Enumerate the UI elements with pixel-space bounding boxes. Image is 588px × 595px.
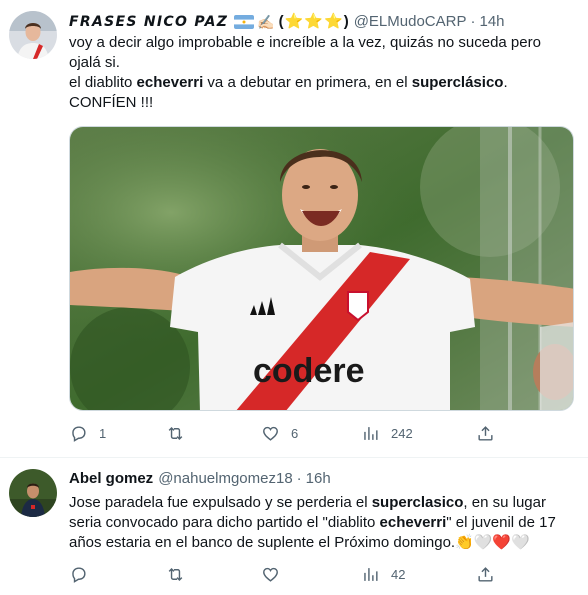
action-bar: 1 6 242 [69, 423, 499, 443]
highlight-word: superclásico [411, 74, 504, 91]
views-icon [364, 426, 378, 440]
retweet-icon [168, 567, 183, 581]
like-icon [263, 567, 278, 582]
handle[interactable]: @ELMudoCARP [354, 12, 467, 32]
timestamp[interactable]: 16h [306, 469, 331, 489]
views-button[interactable]: 42 [361, 565, 405, 584]
separator-dot: · [470, 13, 476, 30]
text-line: años estaria en el banco de suplente el … [69, 534, 530, 551]
tweet-header: FRASES NICO PAZ ✍🏻 (⭐⭐⭐) @ELMudoCARP · 1… [69, 12, 505, 32]
writing-hand-icon: ✍🏻 [257, 14, 275, 30]
text-line: el diablito echeverri va a debutar en pr… [69, 74, 508, 91]
tweet-text: Jose paradela fue expulsado y se perderi… [69, 493, 574, 553]
reply-count: 1 [99, 425, 107, 441]
reply-button[interactable] [69, 565, 99, 584]
like-icon [263, 426, 278, 441]
share-button[interactable] [476, 565, 495, 584]
like-button[interactable]: 6 [261, 424, 298, 443]
handle[interactable]: @nahuelmgomez18 [158, 469, 292, 489]
text-line: Jose paradela fue expulsado y se perderi… [69, 494, 546, 511]
share-icon [478, 566, 493, 582]
reply-icon [72, 425, 86, 442]
tweet-photo[interactable]: codere [69, 126, 574, 411]
text-line: voy a decir algo improbable e increíble … [69, 34, 541, 51]
views-icon [364, 567, 378, 581]
highlight-word: superclasico [371, 494, 464, 511]
avatar[interactable] [9, 469, 57, 517]
highlight-word: echeverri [136, 74, 204, 91]
avatar[interactable] [9, 11, 57, 59]
text-line: seria convocado para dicho partido el "d… [69, 514, 556, 531]
retweet-button[interactable] [166, 565, 196, 584]
action-bar: 42 [69, 564, 499, 584]
reply-icon [72, 566, 86, 583]
tweet[interactable]: FRASES NICO PAZ ✍🏻 (⭐⭐⭐) @ELMudoCARP · 1… [0, 0, 588, 458]
views-button[interactable]: 242 [361, 424, 413, 443]
retweet-icon [168, 426, 183, 440]
reply-button[interactable]: 1 [69, 424, 106, 443]
views-count: 42 [391, 566, 406, 582]
text-line: ojalá si. [69, 54, 120, 71]
display-name[interactable]: FRASES NICO PAZ [69, 12, 228, 32]
retweet-button[interactable] [166, 424, 196, 443]
tweet-header: Abel gomez @nahuelmgomez18 · 16h [69, 469, 331, 489]
tweet-text: voy a decir algo improbable e increíble … [69, 33, 574, 113]
share-icon [478, 425, 493, 441]
emoji-group: 👏🤍❤️🤍 [455, 534, 530, 551]
like-count: 6 [291, 425, 299, 441]
separator-dot: · [296, 470, 302, 487]
text-line: CONFÍEN !!! [69, 94, 154, 111]
sponsor-text: codere [253, 352, 365, 390]
highlight-word: echeverri [379, 514, 447, 531]
name-badge: (⭐⭐⭐) [278, 13, 350, 30]
like-button[interactable] [261, 565, 291, 584]
tweet[interactable]: Abel gomez @nahuelmgomez18 · 16h Jose pa… [0, 459, 588, 595]
timestamp[interactable]: 14h [479, 12, 504, 32]
display-name[interactable]: Abel gomez [69, 469, 153, 489]
argentina-flag-icon [234, 15, 255, 29]
share-button[interactable] [476, 424, 495, 443]
views-count: 242 [391, 425, 413, 441]
